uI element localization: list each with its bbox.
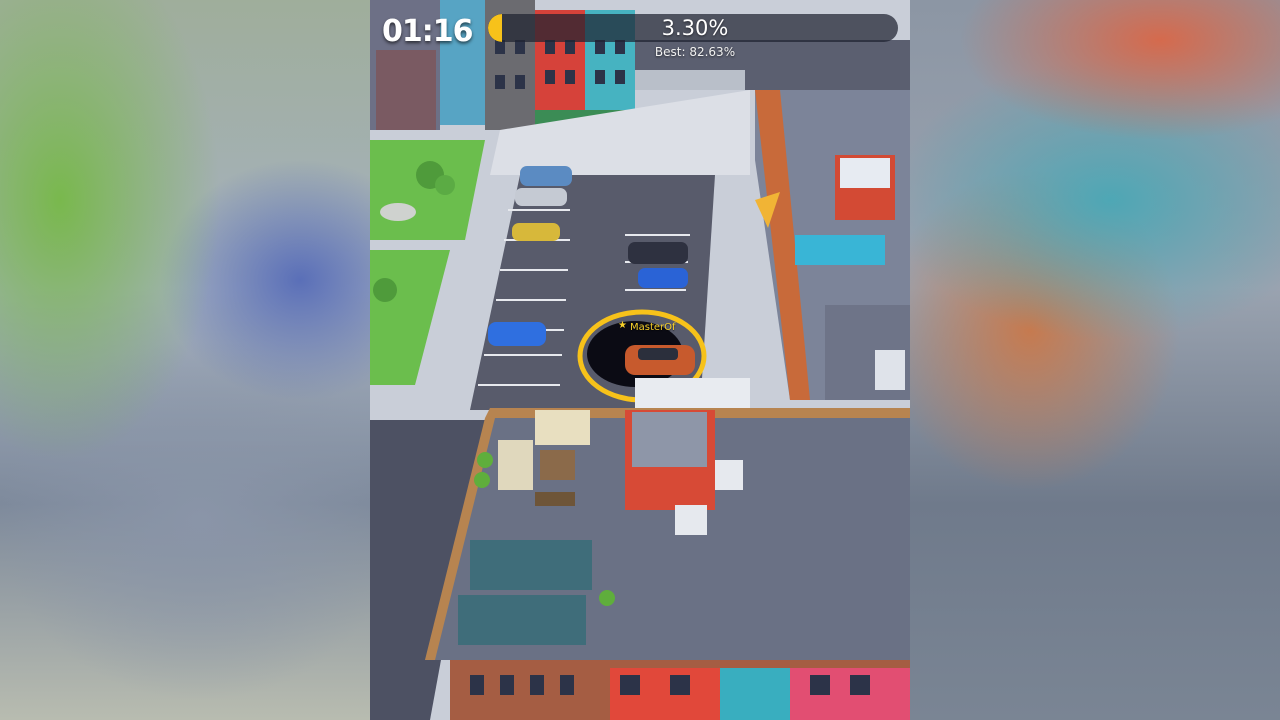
car-blue-1 <box>520 166 572 186</box>
billboard <box>635 378 750 413</box>
blurred-background-left <box>0 0 370 720</box>
player-name-text: MasterOf <box>630 322 676 333</box>
car-blue-2 <box>638 268 688 288</box>
city-scene <box>370 0 910 720</box>
skylight-2 <box>458 595 586 645</box>
blurred-background-right <box>910 0 1280 720</box>
park-top <box>370 140 485 240</box>
car-silver <box>515 188 567 206</box>
progress-percent: 3.30% <box>661 16 729 40</box>
car-yellow <box>512 223 560 241</box>
best-score: Best: 82.63% <box>654 45 736 59</box>
player-name-label: MasterOf <box>619 322 676 333</box>
car-blue-3 <box>488 322 546 346</box>
timer-display: 01:16 <box>382 14 473 49</box>
game-viewport[interactable]: 01:16 3.30% Best: 82.63% ★ MasterOf <box>370 0 910 720</box>
skylight-1 <box>470 540 592 590</box>
car-black <box>628 242 688 264</box>
